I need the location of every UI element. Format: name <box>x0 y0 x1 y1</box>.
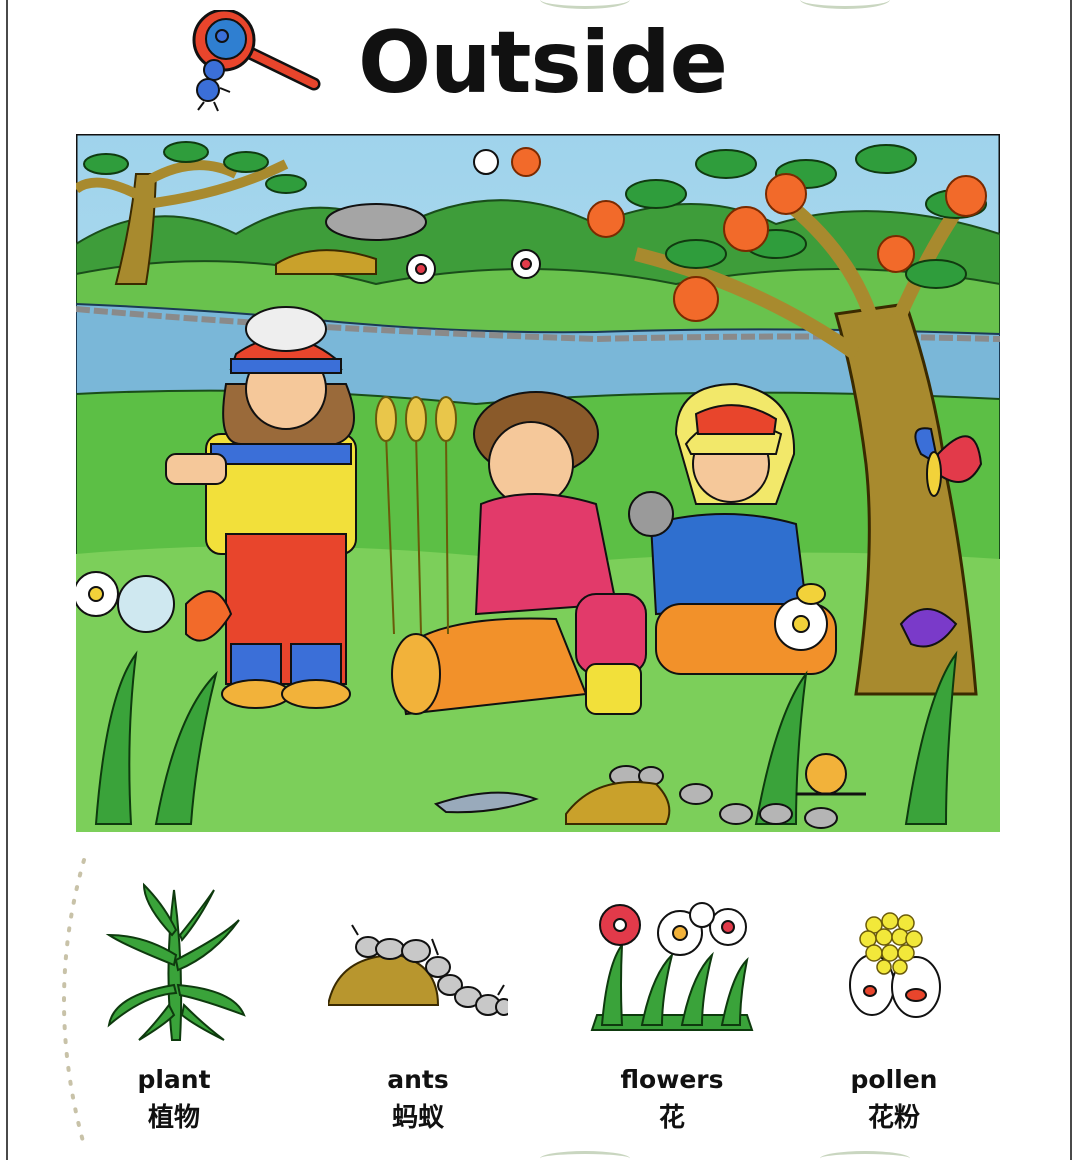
vocab-item-flowers: flowers 花 <box>582 875 762 1145</box>
plant-icon <box>105 882 246 1041</box>
vocab-item-ants: ants 蚂蚁 <box>328 875 508 1145</box>
vocab-word: flowers <box>620 1065 724 1094</box>
flowers-icon <box>590 902 754 1031</box>
magnifier-bug-icon <box>192 10 321 112</box>
vocab-chinese: 花粉 <box>867 1103 920 1133</box>
vocab-chinese: 植物 <box>147 1103 200 1133</box>
vocab-item-pollen: pollen 花粉 <box>804 875 984 1145</box>
vocab-word: pollen <box>850 1065 938 1094</box>
vocab-chinese: 花 <box>658 1103 685 1133</box>
vocab-chinese: 蚂蚁 <box>391 1103 444 1133</box>
bottom-decoration <box>820 1151 910 1166</box>
vocab-word: ants <box>387 1065 449 1094</box>
pollen-icon <box>849 912 941 1018</box>
page-title: Outside <box>358 13 728 113</box>
bottom-decoration <box>540 1151 630 1166</box>
vocab-word: plant <box>137 1065 211 1094</box>
garden-scene-illustration <box>76 134 1000 832</box>
vocab-item-plant: plant 植物 <box>84 875 264 1145</box>
ants-icon <box>328 924 508 1016</box>
